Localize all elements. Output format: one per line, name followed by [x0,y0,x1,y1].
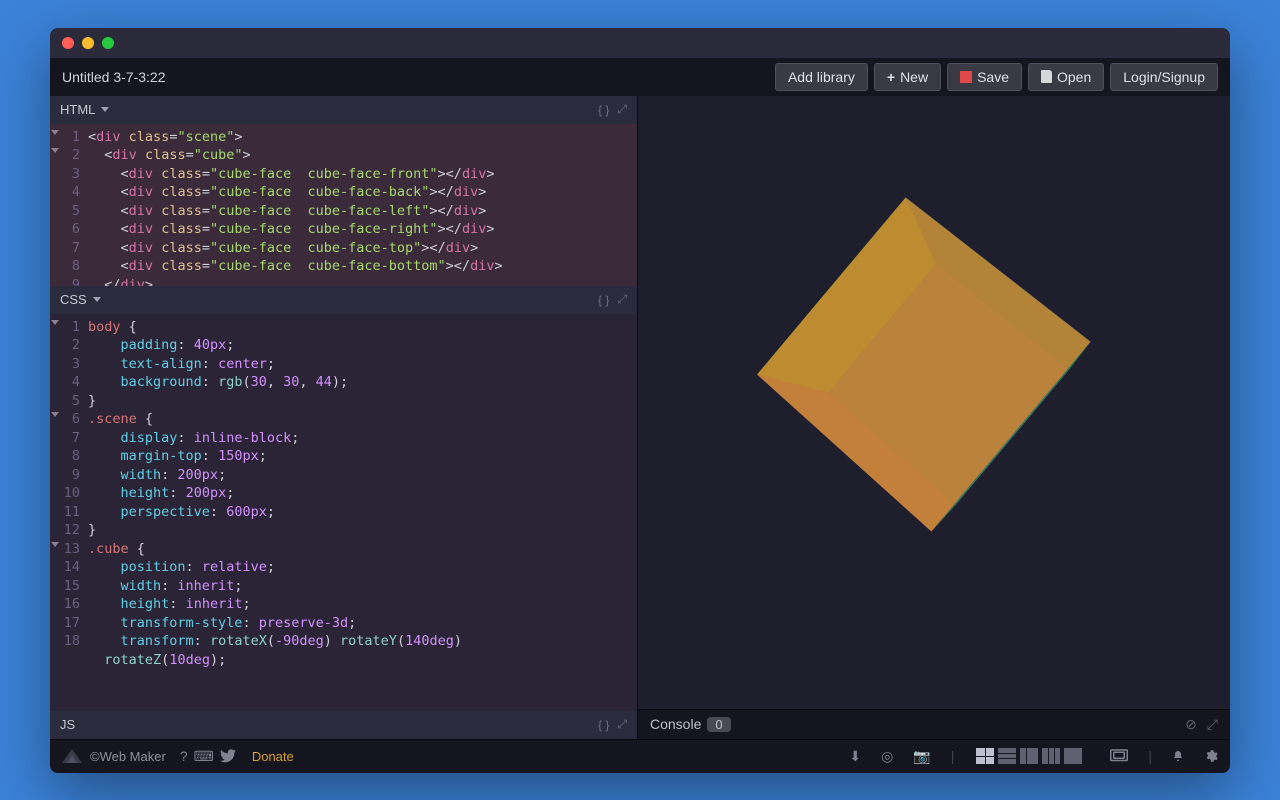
logo-icon [62,749,82,763]
save-button[interactable]: Save [947,63,1022,91]
footer: ©Web Maker ? ⌨ Donate ⬇ ◎ 📷 | | [50,739,1230,773]
console-count-badge: 0 [707,717,730,732]
html-gutter: 12345678910 [50,124,86,286]
detach-icon[interactable] [1110,749,1128,763]
js-panel-label: JS [60,717,75,732]
editors-pane: HTML { } ⤢ 12345678910 <div class="scene… [50,96,638,739]
layout-switcher [976,748,1082,764]
help-icon[interactable]: ? [180,748,188,764]
window-controls [62,37,114,49]
layout-4-icon[interactable] [1042,748,1060,764]
keyboard-icon[interactable]: ⌨ [194,748,214,765]
css-panel-header[interactable]: CSS { } ⤢ [50,286,637,314]
preview-cube [831,286,1012,438]
html-panel-label: HTML [60,102,95,117]
preview-scene [834,272,1034,472]
document-icon [1041,70,1052,83]
preview [638,96,1230,709]
cube-face-top [757,197,1091,531]
console-bar[interactable]: Console 0 ⊘ ⤢ [638,709,1230,739]
plus-icon [887,69,895,85]
workspace: HTML { } ⤢ 12345678910 <div class="scene… [50,96,1230,739]
app-window: Untitled 3-7-3:22 Add library New Save O… [50,28,1230,773]
download-icon[interactable]: ⬇ [849,748,861,765]
footer-tools: ⬇ ◎ 📷 | | [843,748,1218,765]
brand-label: ©Web Maker [90,749,166,764]
titlebar [50,28,1230,58]
css-code-body[interactable]: body { padding: 40px; text-align: center… [86,314,637,711]
layout-3-icon[interactable] [1020,748,1038,764]
layout-5-icon[interactable] [1064,748,1082,764]
css-editor[interactable]: 123456789101112131415161718 body { paddi… [50,314,637,711]
open-button[interactable]: Open [1028,63,1104,91]
braces-icon[interactable]: { } [598,103,609,117]
chevron-down-icon[interactable] [93,297,101,302]
js-panel-header[interactable]: JS { } ⤢ [50,711,637,739]
html-editor[interactable]: 12345678910 <div class="scene"> <div cla… [50,124,637,286]
screenshot-icon[interactable]: 📷 [913,748,930,765]
css-gutter: 123456789101112131415161718 [50,314,86,711]
close-icon[interactable] [62,37,74,49]
html-code-body[interactable]: <div class="scene"> <div class="cube"> <… [86,124,637,286]
js-panel: JS { } ⤢ [50,711,637,739]
twitter-icon[interactable] [220,749,236,763]
no-entry-icon[interactable]: ⊘ [1185,716,1197,733]
settings-icon[interactable] [1204,749,1218,763]
new-button[interactable]: New [874,63,941,91]
layout-2-icon[interactable] [998,748,1016,764]
expand-icon[interactable]: ⤢ [617,292,627,307]
zoom-icon[interactable] [102,37,114,49]
chevron-down-icon[interactable] [101,107,109,112]
donate-link[interactable]: Donate [252,749,294,764]
notifications-icon[interactable] [1172,750,1184,762]
add-library-button[interactable]: Add library [775,63,868,91]
braces-icon[interactable]: { } [598,293,609,307]
codepen-icon[interactable]: ◎ [881,748,893,765]
layout-1-icon[interactable] [976,748,994,764]
css-panel-label: CSS [60,292,87,307]
braces-icon[interactable]: { } [598,718,609,732]
html-panel: HTML { } ⤢ 12345678910 <div class="scene… [50,96,637,286]
css-panel: CSS { } ⤢ 123456789101112131415161718 bo… [50,286,637,711]
minimize-icon[interactable] [82,37,94,49]
html-panel-header[interactable]: HTML { } ⤢ [50,96,637,124]
brand[interactable]: ©Web Maker [62,749,166,764]
toolbar: Untitled 3-7-3:22 Add library New Save O… [50,58,1230,96]
save-icon [960,71,972,83]
expand-icon[interactable]: ⤢ [1207,716,1218,733]
login-signup-button[interactable]: Login/Signup [1110,63,1218,91]
expand-icon[interactable]: ⤢ [617,717,627,732]
preview-pane: Console 0 ⊘ ⤢ [638,96,1230,739]
console-label: Console [650,716,701,732]
project-title[interactable]: Untitled 3-7-3:22 [62,69,769,85]
